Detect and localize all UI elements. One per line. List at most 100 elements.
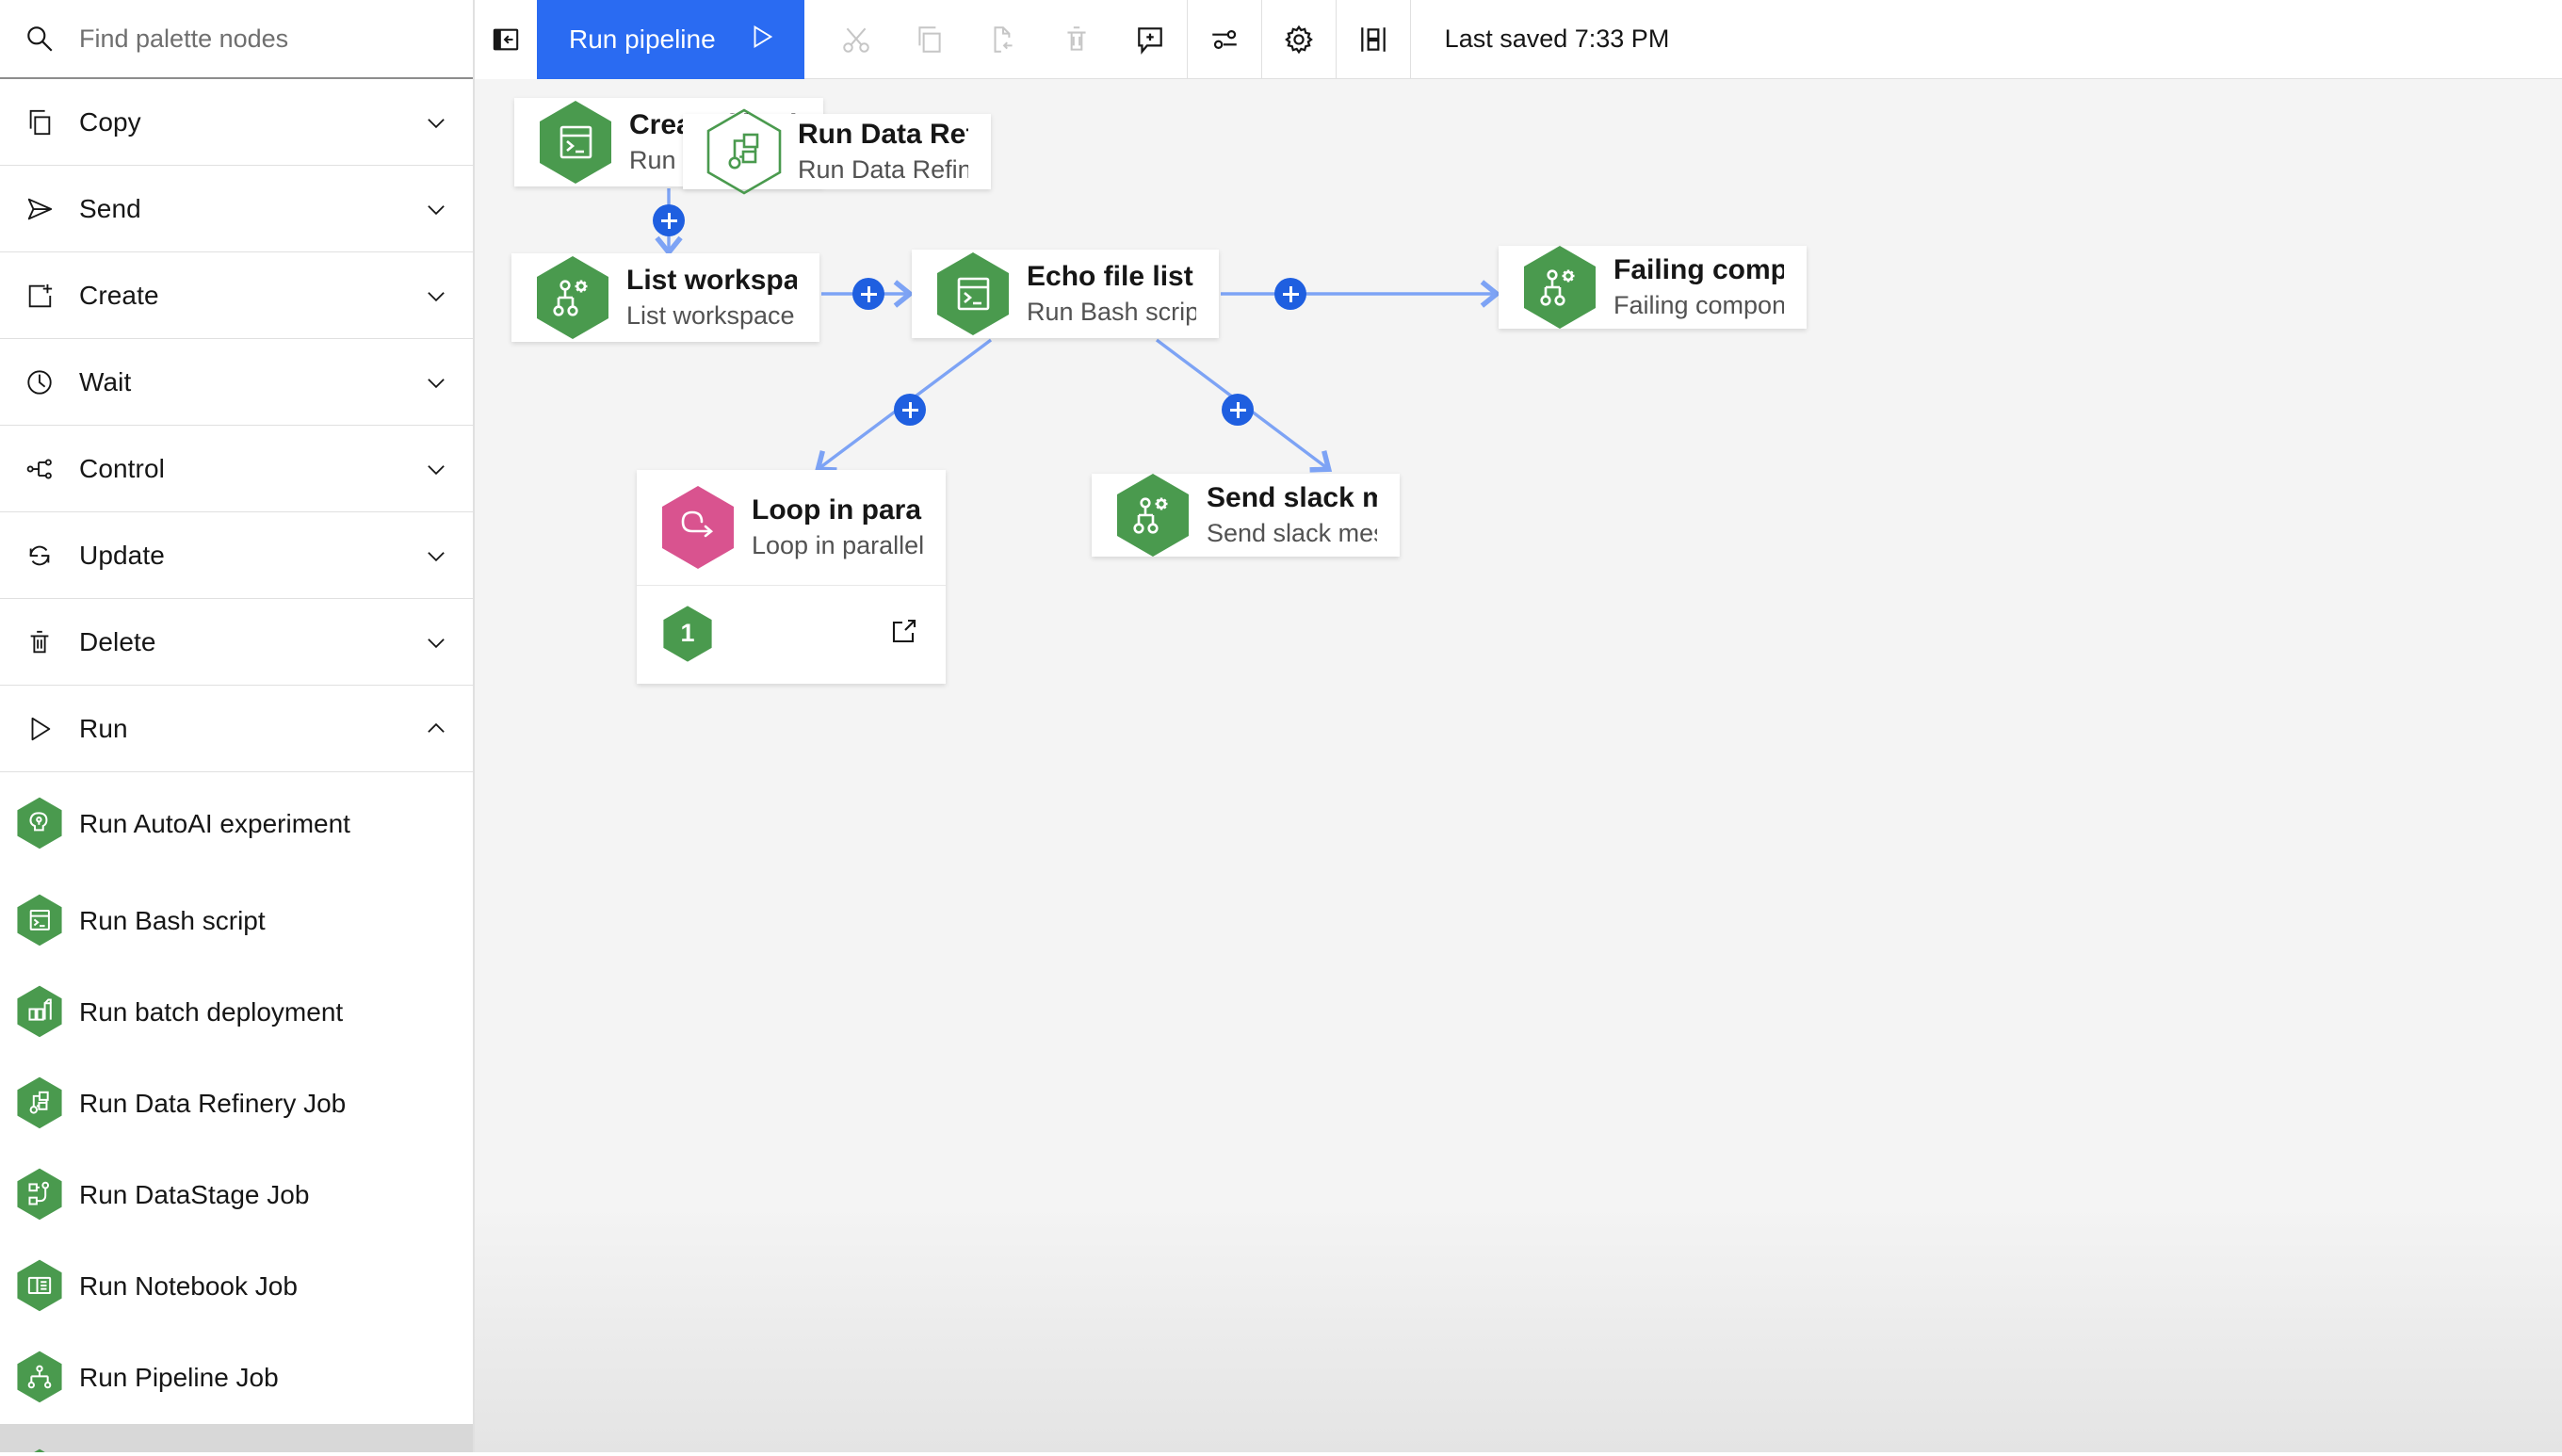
run-pipeline-button[interactable]: Run pipeline	[537, 0, 804, 79]
search-input[interactable]	[79, 10, 456, 67]
green-hex-badge: 1	[661, 605, 714, 663]
palette-node-run-autoai-experiment[interactable]: Run AutoAI experiment	[0, 772, 473, 876]
canvas-node-body[interactable]: List workspace dire... List workspace dir…	[511, 253, 819, 342]
send-icon	[0, 195, 79, 223]
copy-icon[interactable]	[893, 0, 966, 79]
palette-category-label: Update	[79, 540, 165, 570]
palette-category-send[interactable]: Send	[0, 166, 473, 252]
open-external-icon[interactable]	[889, 616, 919, 651]
palette-node-label: Run Notebook Job	[79, 1271, 298, 1302]
canvas-node-title: Failing component	[1613, 254, 1784, 285]
refinery-hex-icon	[705, 108, 783, 195]
palette-node-run-batch-deployment[interactable]: Run batch deployment	[0, 967, 473, 1059]
palette-category-label: Run	[79, 713, 128, 743]
pipeline-editor-app: Copy Send Create Wait Control Update Delete Run…	[0, 0, 2562, 1456]
add-node-echo-to-failing[interactable]	[1274, 278, 1306, 310]
canvas-node-send-slack-message[interactable]: Send slack message Send slack message	[1092, 474, 1400, 557]
play-icon	[748, 23, 776, 57]
palette-node-label: Run Bash script	[79, 906, 266, 936]
canvas-node-body[interactable]: Run Data Refinery J... Run Data Refinery …	[683, 108, 991, 195]
canvas-node-subtitle: List workspace dir...	[626, 301, 797, 330]
canvas-node-text: List workspace dire... List workspace dir…	[626, 265, 797, 331]
editor-toolbar: Run pipeline Last saved 7:33 PM	[475, 0, 2562, 79]
palette-node-run-pipelines-component[interactable]: Run Pipelines component	[0, 1424, 473, 1452]
palette-search-row	[0, 0, 473, 79]
terminal-hex-icon	[934, 251, 1012, 337]
pipeline-canvas[interactable]: Create files in work...Run Bash scriptRu…	[475, 79, 2562, 1452]
canvas-node-text: Run Data Refinery J... Run Data Refinery …	[798, 119, 968, 185]
palette-category-update[interactable]: Update	[0, 512, 473, 599]
chevron-down-icon[interactable]	[399, 543, 473, 568]
trash-icon	[0, 628, 79, 656]
palette-node-run-bash-script[interactable]: Run Bash script	[0, 876, 473, 967]
add-node-echo-to-loop[interactable]	[894, 394, 926, 426]
sliders-icon[interactable]	[1188, 0, 1261, 79]
comment-icon[interactable]	[1113, 0, 1187, 79]
cut-icon[interactable]	[819, 0, 893, 79]
palette-node-run-notebook-job[interactable]: Run Notebook Job	[0, 1241, 473, 1333]
canvas-node-run-data-refinery[interactable]: Run Data Refinery J... Run Data Refinery …	[683, 108, 991, 195]
palette-category-control[interactable]: Control	[0, 426, 473, 512]
chevron-down-icon[interactable]	[399, 283, 473, 308]
delete-icon[interactable]	[1040, 0, 1113, 79]
palette-node-label: Run Pipeline Job	[79, 1363, 279, 1393]
add-node-create-to-list[interactable]	[653, 204, 685, 236]
terminal-hex-icon	[537, 99, 614, 186]
palette-category-label: Create	[79, 280, 159, 310]
canvas-node-subtitle: Run Data Refinery Job	[798, 155, 968, 184]
palette-category-label: Copy	[79, 106, 141, 137]
palette-category-wait[interactable]: Wait	[0, 339, 473, 426]
canvas-node-body[interactable]: Send slack message Send slack message	[1092, 474, 1400, 557]
pipeline-hex-icon	[0, 1333, 79, 1424]
canvas-node-loop-in-parallel[interactable]: Loop in parallel Loop in parallel 1	[637, 470, 946, 684]
paste-icon[interactable]	[966, 0, 1040, 79]
palette-node-label: Run AutoAI experiment	[79, 808, 350, 838]
chevron-up-icon[interactable]	[399, 717, 473, 741]
component-hex-icon	[0, 1431, 79, 1452]
palette-node-label: Run DataStage Job	[79, 1180, 310, 1210]
clock-icon	[0, 368, 79, 396]
chevron-down-icon[interactable]	[399, 110, 473, 135]
palette-category-label: Wait	[79, 366, 132, 396]
add-node-list-to-echo[interactable]	[852, 278, 884, 310]
gear-icon[interactable]	[1262, 0, 1336, 79]
palette-node-run-pipeline-job[interactable]: Run Pipeline Job	[0, 1333, 473, 1424]
chevron-down-icon[interactable]	[399, 370, 473, 395]
palette-node-label: Run batch deployment	[79, 997, 344, 1027]
datastage-hex-icon	[0, 1150, 79, 1241]
palette-category-list: Copy Send Create Wait Control Update Delete Run	[0, 79, 473, 772]
canvas-node-echo-file-list[interactable]: Echo file list Run Bash script	[912, 250, 1219, 338]
create-icon	[0, 282, 79, 310]
canvas-node-body[interactable]: Loop in parallel Loop in parallel	[637, 470, 946, 585]
palette-category-create[interactable]: Create	[0, 252, 473, 339]
chevron-down-icon[interactable]	[399, 630, 473, 655]
copy-icon	[0, 108, 79, 137]
batch-hex-icon	[0, 967, 79, 1059]
canvas-node-title: Echo file list	[1027, 261, 1193, 292]
loop-hex-icon	[659, 484, 737, 571]
arrange-icon[interactable]	[1337, 0, 1410, 79]
canvas-node-text: Loop in parallel Loop in parallel	[752, 494, 923, 560]
palette-category-label: Control	[79, 453, 165, 483]
canvas-node-body[interactable]: Failing component Failing component	[1499, 246, 1807, 329]
canvas-node-failing-component[interactable]: Failing component Failing component	[1499, 246, 1807, 329]
canvas-node-list-workspace[interactable]: List workspace dire... List workspace dir…	[511, 253, 819, 342]
canvas-node-subtitle: Failing component	[1613, 291, 1784, 319]
add-node-echo-to-slack[interactable]	[1222, 394, 1254, 426]
play-icon	[0, 715, 79, 743]
canvas-node-title: List workspace dire...	[626, 265, 797, 296]
palette-category-copy[interactable]: Copy	[0, 79, 473, 166]
component-hex-icon	[1114, 472, 1192, 558]
palette-node-run-data-refinery-job[interactable]: Run Data Refinery Job	[0, 1059, 473, 1150]
chevron-down-icon[interactable]	[399, 197, 473, 221]
canvas-node-badge-count: 1	[680, 619, 695, 647]
palette-run-node-list: Run AutoAI experiment Run Bash script Run …	[0, 772, 473, 1452]
side-panel-icon[interactable]	[475, 0, 537, 79]
notebook-hex-icon	[0, 1241, 79, 1333]
palette-node-run-datastage-job[interactable]: Run DataStage Job	[0, 1150, 473, 1241]
palette-category-delete[interactable]: Delete	[0, 599, 473, 686]
control-icon	[0, 455, 79, 483]
chevron-down-icon[interactable]	[399, 457, 473, 481]
palette-category-run[interactable]: Run	[0, 686, 473, 772]
canvas-node-body[interactable]: Echo file list Run Bash script	[912, 250, 1219, 338]
